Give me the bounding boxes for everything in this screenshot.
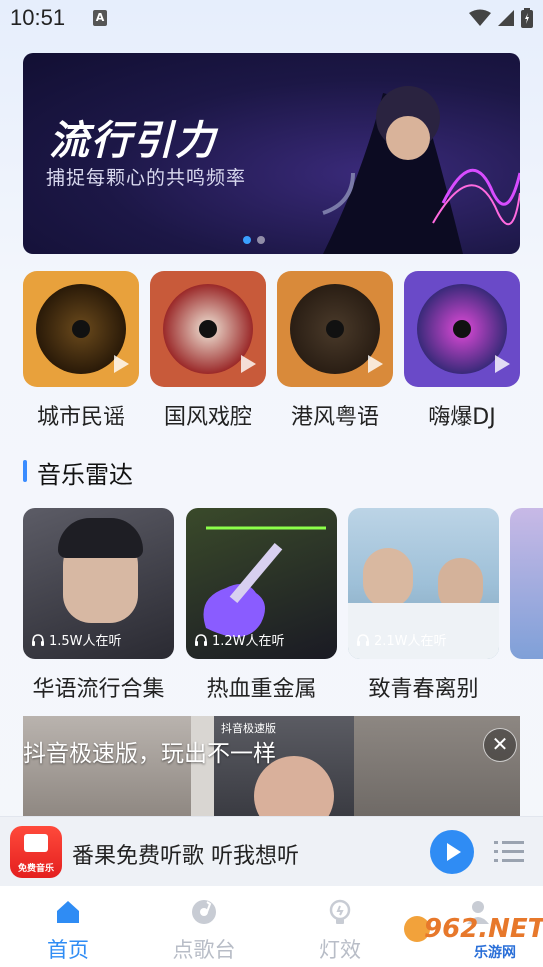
radar-label: 华语流行合集: [32, 677, 165, 702]
category-cover: [150, 271, 266, 387]
status-bar: 10:51 A: [0, 0, 543, 38]
battery-icon: [521, 8, 533, 28]
banner-subtitle: 捕捉每颗心的共鸣频率: [46, 167, 247, 189]
headphone-icon: [32, 633, 44, 646]
playlist-icon[interactable]: [494, 839, 524, 865]
radar-cover: 2.1W人在听: [348, 508, 499, 659]
play-icon: [114, 355, 129, 373]
nav-label: 灯效: [319, 938, 361, 962]
nav-song-request[interactable]: 点歌台: [154, 898, 254, 964]
radar-label: 致青春离别: [368, 677, 479, 702]
status-time: 10:51: [10, 5, 66, 30]
home-icon: [57, 901, 79, 923]
wifi-icon: [469, 9, 491, 26]
notification-icon: A: [93, 10, 107, 26]
radar-cover: 1.2W人在听: [186, 508, 337, 659]
close-icon[interactable]: ✕: [483, 728, 517, 762]
play-icon: [241, 355, 256, 373]
banner-dot: [243, 236, 251, 244]
ad-text: 抖音极速版，玩出不一样: [23, 741, 276, 767]
radar-card[interactable]: 1.5W人在听 华语流行合集: [23, 508, 174, 703]
category-cover: [277, 271, 393, 387]
logo-label: 免费音乐: [17, 864, 54, 874]
radar-card[interactable]: 1.2W人在听 热血重金属: [186, 508, 337, 703]
nav-label: 点歌台: [172, 938, 236, 962]
vinyl-hole: [453, 320, 471, 338]
listener-count: 1.5W人在听: [31, 630, 122, 649]
radar-label: 热血重金属: [206, 677, 317, 702]
ad-banner[interactable]: 抖音极速版 抖音极速版，玩出不一样 ✕: [23, 716, 520, 816]
radar-cover: 1.5W人在听: [23, 508, 174, 659]
category-dj[interactable]: 嗨爆DJ: [404, 271, 520, 431]
bulb-icon: [329, 899, 351, 924]
radar-card-peek[interactable]: [510, 508, 543, 659]
category-cover: [23, 271, 139, 387]
section-title: 音乐雷达: [37, 461, 133, 489]
watermark-subtext: 乐游网: [474, 945, 516, 961]
play-icon: [447, 843, 461, 861]
headphone-icon: [195, 633, 207, 646]
play-icon: [495, 355, 510, 373]
listener-count-text: 2.1W人在听: [374, 634, 447, 649]
category-cover: [404, 271, 520, 387]
category-label: 城市民谣: [36, 405, 125, 430]
nav-light-effects[interactable]: 灯效: [290, 898, 390, 964]
category-label: 国风戏腔: [163, 405, 252, 430]
nav-home[interactable]: 首页: [18, 898, 118, 964]
radar-card[interactable]: 2.1W人在听 致青春离别: [348, 508, 499, 703]
promo-banner[interactable]: 流行引力 捕捉每颗心的共鸣频率: [23, 53, 520, 254]
signal-icon: [498, 10, 514, 26]
listener-count-text: 1.2W人在听: [212, 634, 285, 649]
listener-count-text: 1.5W人在听: [49, 634, 122, 649]
play-button[interactable]: [430, 830, 474, 874]
banner-pagination: [243, 236, 265, 244]
app-logo: 免费音乐: [10, 826, 62, 878]
listener-count: 1.2W人在听: [194, 630, 285, 649]
cover-portrait: [363, 548, 413, 608]
player-title: 番果免费听歌 听我想听: [72, 844, 299, 869]
banner-title: 流行引力: [49, 118, 217, 164]
headphone-icon: [357, 633, 369, 646]
disc-icon: [192, 900, 216, 924]
watermark-text: 962.NET: [424, 914, 543, 944]
category-cantonese[interactable]: 港风粤语: [277, 271, 393, 431]
nav-label: 首页: [47, 938, 89, 962]
vinyl-hole: [326, 320, 344, 338]
status-icons: [469, 8, 533, 28]
play-icon: [368, 355, 383, 373]
category-label: 嗨爆DJ: [428, 405, 496, 430]
vinyl-hole: [199, 320, 217, 338]
listener-count: 2.1W人在听: [356, 630, 447, 649]
category-city-folk[interactable]: 城市民谣: [23, 271, 139, 431]
logo-mark: [24, 834, 48, 852]
category-label: 港风粤语: [290, 405, 379, 430]
vinyl-hole: [72, 320, 90, 338]
cover-hair: [58, 518, 143, 558]
site-watermark: 962.NET 乐游网: [404, 912, 543, 962]
mini-player[interactable]: 免费音乐 番果免费听歌 听我想听: [0, 816, 543, 886]
banner-dot: [257, 236, 265, 244]
category-opera[interactable]: 国风戏腔: [150, 271, 266, 431]
